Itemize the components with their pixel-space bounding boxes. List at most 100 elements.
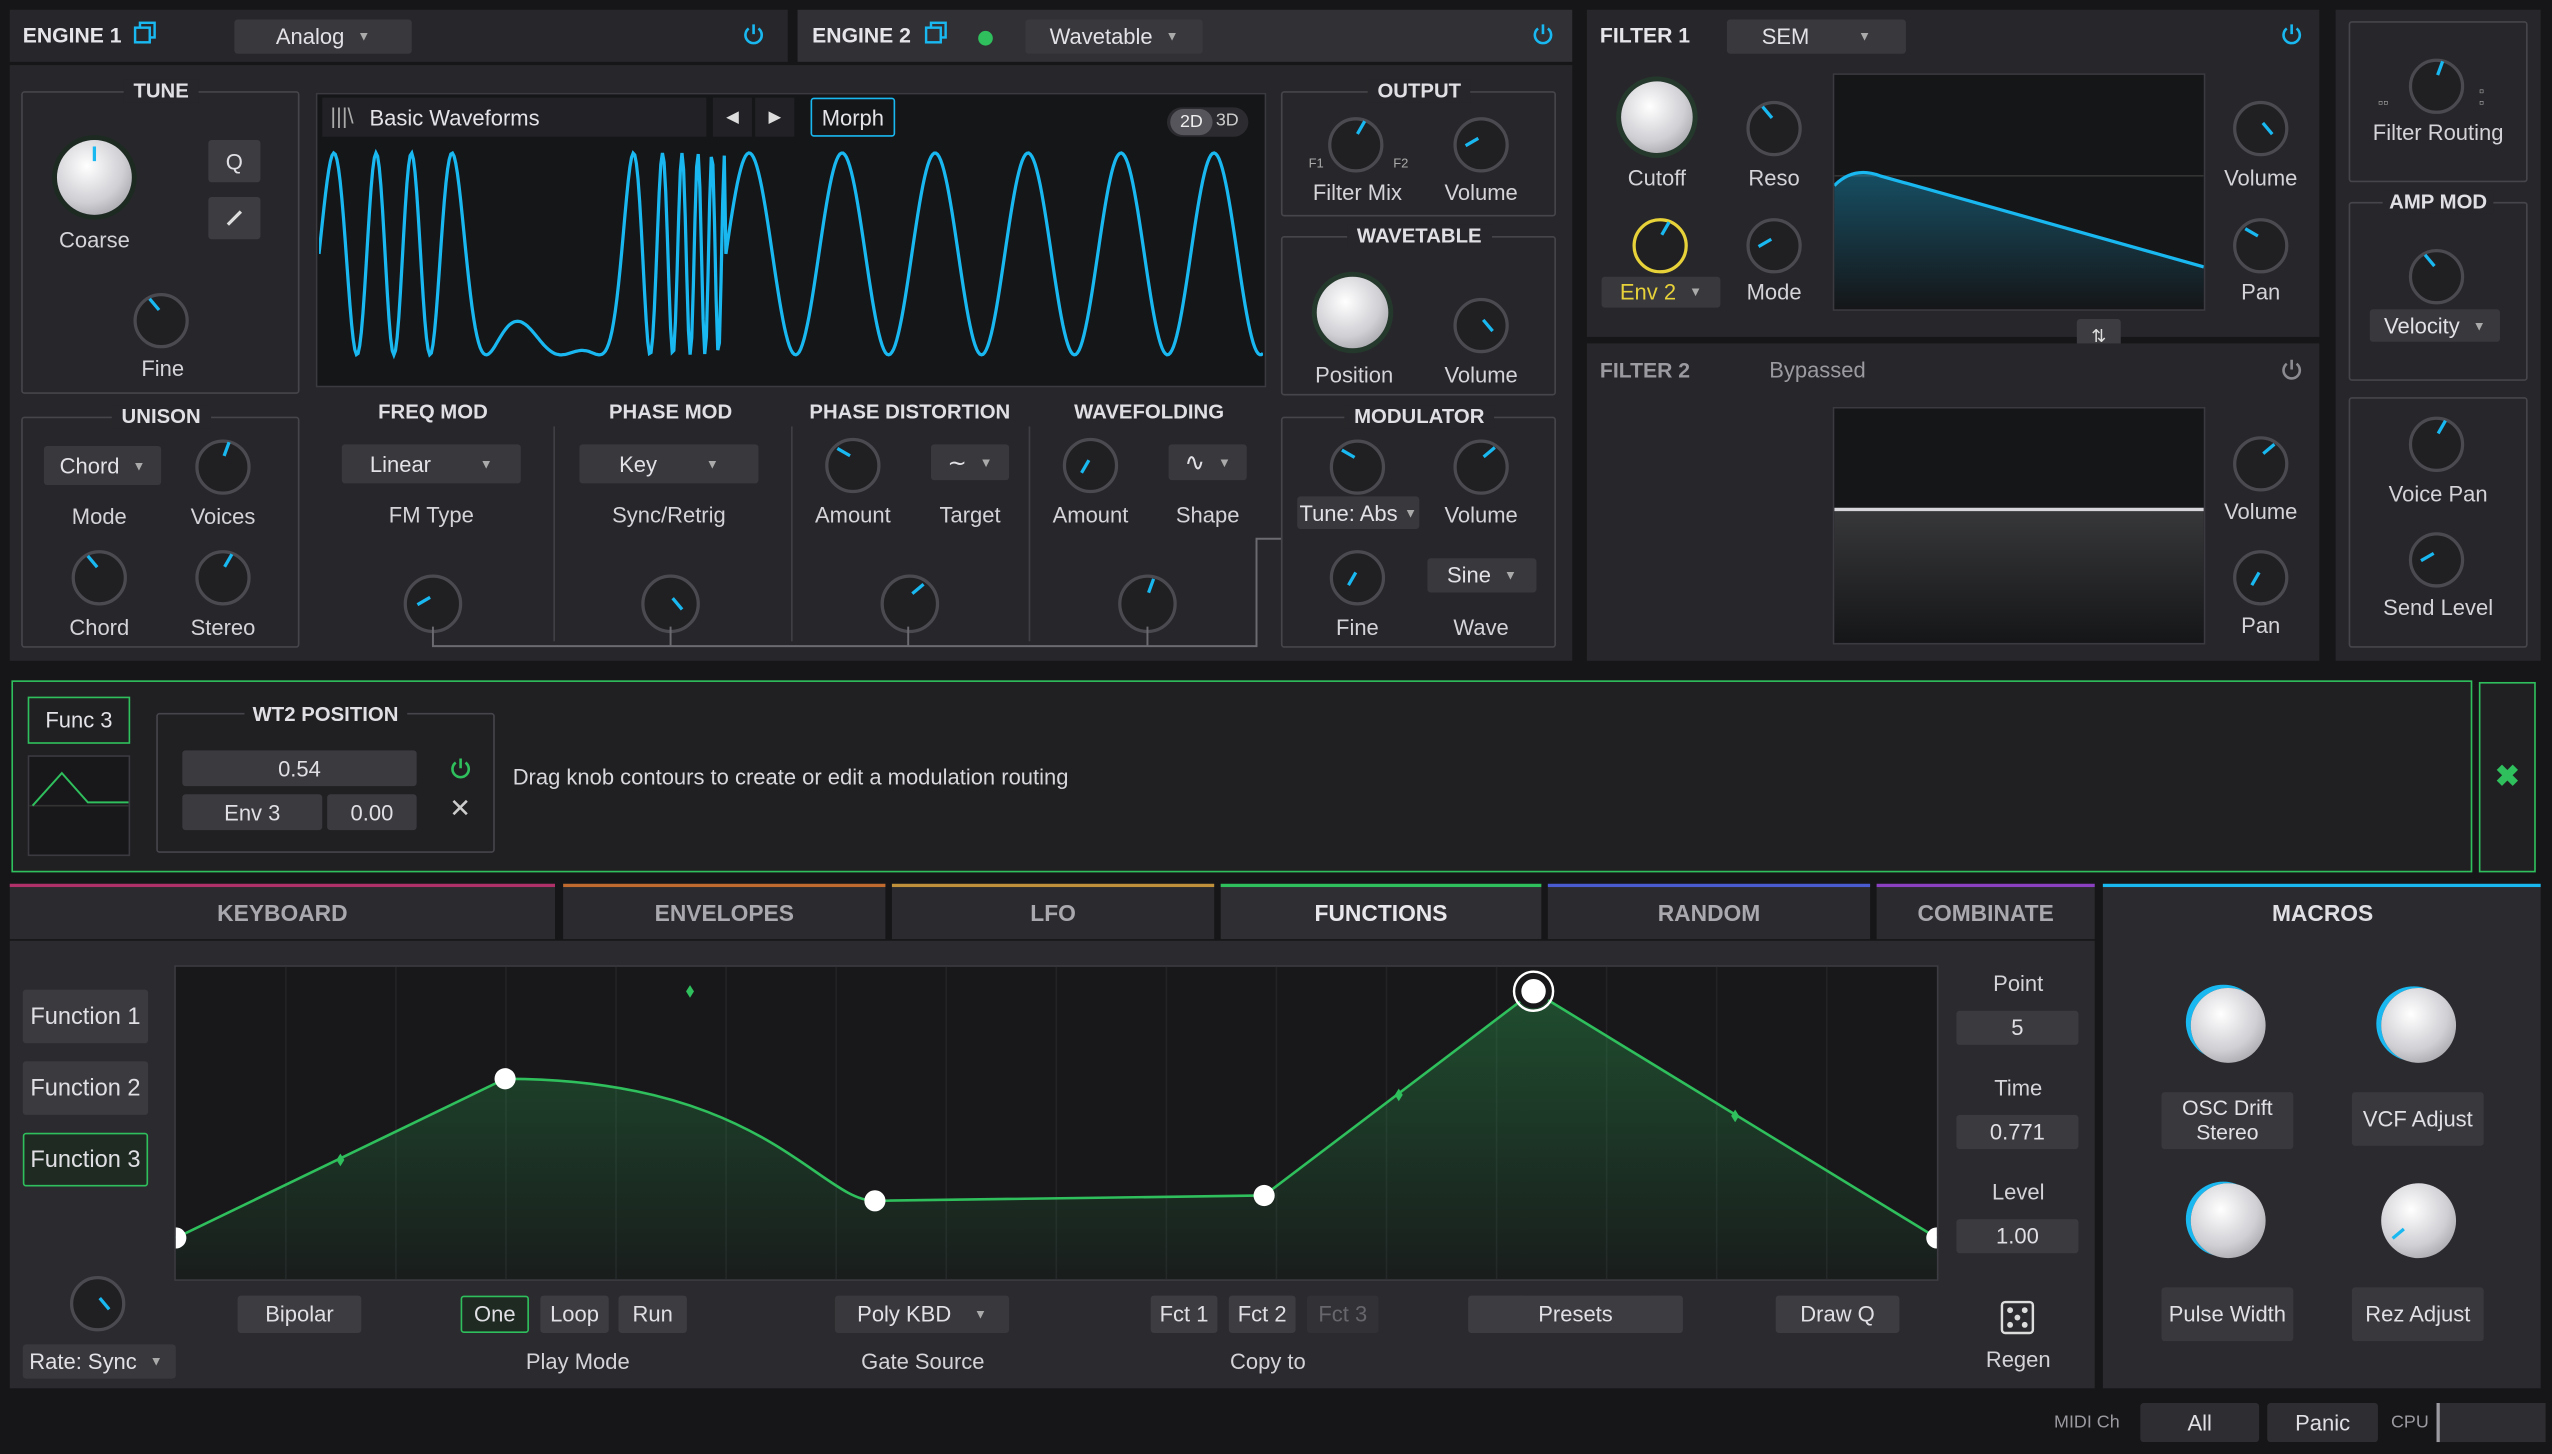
shape-dropdown[interactable]: ∿ ▼ xyxy=(1168,444,1247,481)
fm-type-dropdown[interactable]: Linear ▼ xyxy=(341,444,521,484)
quantize-button[interactable]: Q xyxy=(208,139,261,183)
tab-envelopes[interactable]: ENVELOPES xyxy=(563,883,886,940)
filter2-response-graph[interactable] xyxy=(1832,406,2206,645)
env-amount-knob[interactable] xyxy=(1632,218,1688,274)
tab-combinate[interactable]: COMBINATE xyxy=(1876,883,2095,940)
play-mode-loop-button[interactable]: Loop xyxy=(540,1295,609,1334)
draw-button[interactable]: Draw Q xyxy=(1775,1295,1900,1334)
filter1-pan-knob[interactable] xyxy=(2233,218,2289,274)
2d-option[interactable]: 2D xyxy=(1170,109,1213,136)
power-icon[interactable] xyxy=(1532,23,1555,46)
copy-icon[interactable] xyxy=(133,21,156,44)
function-curve[interactable]: ⬧ ⬧ ⬧ ⬧ xyxy=(165,966,1948,1280)
vcf-adjust-label[interactable]: VCF Adjust xyxy=(2351,1092,2484,1146)
wavefolding-amount-knob[interactable] xyxy=(1062,437,1119,494)
tune-mode-dropdown[interactable]: Tune: Abs ▼ xyxy=(1297,496,1420,529)
filter1-response-graph[interactable] xyxy=(1832,73,2206,311)
function-editor[interactable]: ⬧ ⬧ ⬧ ⬧ xyxy=(165,965,1948,1281)
engine2-type-dropdown[interactable]: Wavetable ▼ xyxy=(1025,19,1203,54)
close-mod-strip-icon[interactable]: ✖ xyxy=(2478,681,2536,873)
point-field[interactable]: 5 xyxy=(1956,1010,2079,1045)
reso-knob[interactable] xyxy=(1746,100,1802,157)
vcf-adjust-knob[interactable] xyxy=(2381,987,2457,1063)
copy-fct1-button[interactable]: Fct 1 xyxy=(1150,1295,1218,1334)
pulse-width-knob[interactable] xyxy=(2190,1183,2266,1259)
voice-pan-knob[interactable] xyxy=(2408,416,2465,473)
power-icon[interactable] xyxy=(2280,358,2303,381)
tab-keyboard[interactable]: KEYBOARD xyxy=(9,883,556,940)
remove-routing-icon[interactable]: ✕ xyxy=(449,797,471,824)
copy-icon[interactable] xyxy=(924,21,947,44)
cutoff-knob[interactable] xyxy=(1621,81,1693,153)
mod-amount-field[interactable]: 0.00 xyxy=(327,794,417,831)
function-1-button[interactable]: Function 1 xyxy=(22,989,149,1044)
rate-dropdown[interactable]: Rate: Sync ▼ xyxy=(22,1344,176,1379)
engine1-type-dropdown[interactable]: Analog ▼ xyxy=(234,19,412,54)
curve-point[interactable] xyxy=(1516,974,1551,1009)
tab-lfo[interactable]: LFO xyxy=(891,883,1215,940)
curve-handle[interactable]: ⬧ xyxy=(336,1148,345,1170)
mod-source-field[interactable]: Env 3 xyxy=(182,794,323,831)
unison-mode-dropdown[interactable]: Chord ▼ xyxy=(43,445,162,486)
filter2-status[interactable]: Bypassed xyxy=(1769,358,1866,382)
mod-target-value[interactable]: 0.54 xyxy=(182,750,417,787)
play-mode-one-button[interactable]: One xyxy=(460,1295,529,1334)
filter-mix-knob[interactable] xyxy=(1328,117,1384,173)
filter-mode-knob[interactable] xyxy=(1746,218,1802,274)
panic-button[interactable]: Panic xyxy=(2267,1402,2378,1443)
dice-icon[interactable] xyxy=(2000,1300,2035,1335)
copy-fct2-button[interactable]: Fct 2 xyxy=(1228,1295,1296,1334)
modulator-fine-knob[interactable] xyxy=(1329,550,1386,606)
power-icon[interactable] xyxy=(2280,23,2303,46)
tab-random[interactable]: RANDOM xyxy=(1547,883,1871,940)
pencil-button[interactable] xyxy=(208,196,261,240)
power-icon[interactable] xyxy=(742,23,765,46)
wave-dropdown[interactable]: Sine ▼ xyxy=(1427,558,1537,593)
curve-point[interactable] xyxy=(494,1068,516,1090)
play-mode-run-button[interactable]: Run xyxy=(618,1295,687,1334)
env-source-dropdown[interactable]: Env 2 ▼ xyxy=(1601,276,1721,308)
gate-source-dropdown[interactable]: Poly KBD ▼ xyxy=(834,1295,1010,1334)
stereo-knob[interactable] xyxy=(195,550,251,606)
voices-knob[interactable] xyxy=(195,439,251,495)
rate-knob[interactable] xyxy=(69,1276,126,1332)
fine-knob[interactable] xyxy=(133,292,189,349)
curve-point[interactable] xyxy=(1253,1184,1275,1207)
chord-knob[interactable] xyxy=(71,550,127,606)
phase-distortion-amount-knob[interactable] xyxy=(825,437,881,494)
function-3-button[interactable]: Function 3 xyxy=(22,1132,149,1187)
midi-channel-dropdown[interactable]: All xyxy=(2140,1402,2260,1443)
level-field[interactable]: 1.00 xyxy=(1956,1219,2079,1254)
power-icon[interactable] xyxy=(449,757,472,780)
pulse-width-label[interactable]: Pulse Width xyxy=(2161,1287,2294,1342)
curve-handle[interactable]: ⬧ xyxy=(1731,1104,1740,1126)
modulator-volume-knob[interactable] xyxy=(1453,439,1509,495)
amp-mod-knob[interactable] xyxy=(2408,249,2465,305)
3d-option[interactable]: 3D xyxy=(1216,111,1239,131)
filter2-pan-knob[interactable] xyxy=(2233,550,2289,606)
curve-handle[interactable]: ⬧ xyxy=(686,980,695,1002)
rez-adjust-label[interactable]: Rez Adjust xyxy=(2351,1287,2484,1342)
osc-drift-knob[interactable] xyxy=(2190,987,2266,1063)
filter1-volume-knob[interactable] xyxy=(2233,100,2289,157)
time-field[interactable]: 0.771 xyxy=(1956,1114,2079,1150)
position-knob[interactable] xyxy=(1316,276,1389,349)
bipolar-button[interactable]: Bipolar xyxy=(237,1295,362,1334)
presets-button[interactable]: Presets xyxy=(1468,1295,1683,1334)
rez-adjust-knob[interactable] xyxy=(2381,1183,2457,1259)
prev-wavetable-button[interactable]: ◀ xyxy=(712,97,752,137)
output-volume-knob[interactable] xyxy=(1453,117,1509,173)
modulator-tune-knob[interactable] xyxy=(1329,439,1386,495)
osc-drift-label[interactable]: OSC Drift Stereo xyxy=(2161,1092,2294,1150)
sync-retrig-dropdown[interactable]: Key ▼ xyxy=(579,444,759,484)
next-wavetable-button[interactable]: ▶ xyxy=(755,97,795,137)
mod-source-label[interactable]: Func 3 xyxy=(27,696,131,744)
wavetable-volume-knob[interactable] xyxy=(1453,297,1509,354)
amp-mod-source-dropdown[interactable]: Velocity ▼ xyxy=(2369,309,2500,342)
function-2-button[interactable]: Function 2 xyxy=(22,1061,149,1115)
target-dropdown[interactable]: ∼ ▼ xyxy=(930,444,1010,481)
filter-routing-knob[interactable] xyxy=(2408,58,2465,114)
filter2-volume-knob[interactable] xyxy=(2233,436,2289,492)
filter1-type-dropdown[interactable]: SEM ▼ xyxy=(1726,19,1906,54)
tab-functions[interactable]: FUNCTIONS xyxy=(1220,883,1542,940)
